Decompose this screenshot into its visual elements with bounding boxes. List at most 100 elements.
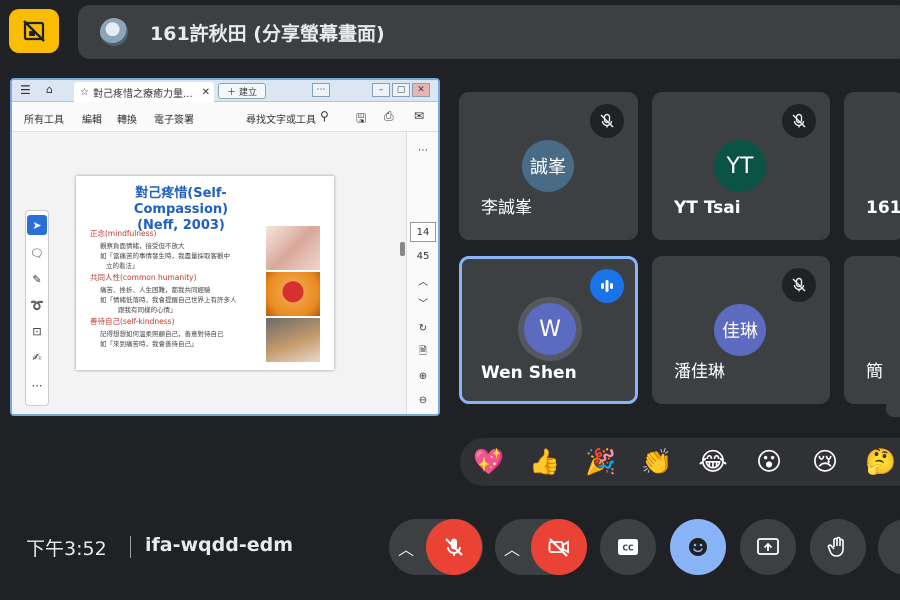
reactions-bar: 💖 👍 🎉 👏 😂 😮 😢 🤔	[460, 438, 900, 486]
emoji-smile-icon	[689, 538, 707, 556]
photo-hands-heart	[266, 226, 320, 270]
mic-toggle-button[interactable]	[426, 519, 482, 575]
minimize-icon[interactable]: –	[372, 83, 390, 97]
audio-options-chevron-up-icon[interactable]: ︿	[398, 536, 414, 560]
reaction-clapping[interactable]: 👏	[640, 446, 674, 478]
present-screen-button[interactable]	[740, 519, 796, 575]
participant-tile[interactable]: YT YT Tsai	[652, 92, 830, 240]
bullet-sub: 跟我有同樣的心情」	[118, 306, 177, 314]
window-close-icon[interactable]: ✕	[412, 83, 430, 97]
sign-icon[interactable]: ✍	[27, 347, 47, 367]
present-to-all-icon	[757, 538, 779, 555]
tool-palette: ➤ 🗨 ✎ ➰ ⊡ ✍ ⋯	[25, 210, 49, 406]
home-icon[interactable]: ⌂	[46, 83, 53, 96]
new-tab-button[interactable]: ＋ 建立	[218, 83, 266, 99]
bullet-heading: 善待自己(self-kindness)	[90, 317, 175, 326]
menu-convert[interactable]: 轉換	[117, 111, 137, 126]
participant-name: 潘佳琳	[674, 362, 725, 382]
hand-icon	[827, 536, 844, 557]
reaction-crying[interactable]: 😢	[808, 446, 842, 478]
rotate-icon[interactable]: ↻	[410, 318, 436, 338]
participant-name: 簡	[866, 362, 883, 382]
video-options-chevron-up-icon[interactable]: ︿	[504, 536, 520, 560]
camera-toggle-button[interactable]	[531, 519, 587, 575]
avatar: 誠峯	[522, 140, 574, 192]
participant-tile-active[interactable]: W Wen Shen	[459, 256, 638, 404]
scrollbar-thumb[interactable]	[400, 242, 405, 256]
print-icon[interactable]: ⎙	[384, 109, 394, 124]
reactions-button[interactable]	[670, 519, 726, 575]
raise-hand-button[interactable]	[810, 519, 866, 575]
divider	[130, 536, 131, 558]
avatar: YT	[714, 140, 766, 192]
bullet-sub: 如「來到痛苦時，我會善待自己」	[100, 340, 198, 348]
bullet-sub: 痛苦、挫折、人生困難，都我共同經驗	[100, 286, 211, 294]
browser-tab-strip: ☰ ⌂ ☆ 對己疼惜之療癒力量... ✕ ＋ 建立 ⋯ – ▢ ✕	[12, 80, 438, 102]
bullet-heading: 正念(mindfulness)	[90, 229, 157, 238]
bullet-sub: 記得想想如何溫柔照顧自己，善意對待自己	[100, 330, 224, 338]
lasso-icon[interactable]: ➰	[27, 295, 47, 315]
bullet-sub: 如「情緒低落時，我會提醒自己世界上有許多人	[100, 296, 237, 304]
page-down-icon[interactable]: ﹀	[410, 292, 436, 312]
zoom-in-icon[interactable]: ⊕	[410, 366, 436, 386]
more-icon[interactable]: ⋯	[312, 83, 330, 97]
bullet-sub: 立的看法」	[106, 262, 139, 270]
avatar: W	[524, 303, 576, 355]
menu-all-tools[interactable]: 所有工具	[24, 111, 64, 126]
participant-name: YT Tsai	[674, 198, 741, 218]
svg-text:CC: CC	[622, 544, 634, 553]
clock-time: 下午3:52	[26, 538, 107, 560]
layout-toggle-button[interactable]	[9, 9, 59, 53]
meeting-code: ifa-wqdd-edm	[145, 534, 294, 556]
presenter-bar[interactable]: 161許秋田 (分享螢幕畫面)	[78, 5, 900, 59]
participant-tile[interactable]: 161許	[844, 92, 900, 240]
participant-name: 161許	[866, 198, 900, 218]
captions-button[interactable]: CC	[600, 519, 656, 575]
reaction-laughing[interactable]: 😂	[696, 446, 730, 478]
more-options-icon[interactable]: ⋯	[410, 140, 436, 160]
star-icon: ☆	[80, 86, 89, 98]
participant-tile[interactable]: 佳琳 潘佳琳	[652, 256, 830, 404]
mail-icon[interactable]: ✉	[414, 109, 424, 123]
reaction-sparkling-heart[interactable]: 💖	[472, 446, 506, 478]
search-icon[interactable]: ⚲	[320, 109, 329, 123]
menu-find[interactable]: 尋找文字或工具	[246, 111, 316, 126]
presenter-name: 161許秋田 (分享螢幕畫面)	[150, 22, 385, 45]
layout-off-icon	[23, 20, 45, 42]
tab-title: 對己疼惜之療癒力量...	[92, 88, 193, 100]
file-icon[interactable]: 🗎	[410, 342, 436, 362]
menu-esign[interactable]: 電子簽署	[154, 111, 194, 126]
page-nav-rail: ⋯ 14 45 ︿ ﹀ ↻ 🗎 ⊕ ⊖	[406, 132, 438, 414]
app-menu-bar: 所有工具 編輯 轉換 電子簽署 尋找文字或工具 ⚲ 🖫 ⎙ ✉	[12, 102, 438, 132]
side-panel-edge	[886, 305, 900, 417]
save-icon[interactable]: 🖫	[356, 109, 366, 130]
mic-off-icon	[590, 104, 624, 138]
reaction-thumbs-up[interactable]: 👍	[528, 446, 562, 478]
more-options-button[interactable]	[878, 519, 900, 575]
plus-icon: ＋	[226, 87, 236, 98]
cursor-icon[interactable]: ➤	[27, 215, 47, 235]
shared-screen[interactable]: ☰ ⌂ ☆ 對己疼惜之療癒力量... ✕ ＋ 建立 ⋯ – ▢ ✕ 所有工具 編…	[10, 78, 440, 416]
maximize-icon[interactable]: ▢	[392, 83, 410, 97]
more-tools-icon[interactable]: ⋯	[27, 375, 47, 395]
zoom-out-icon[interactable]: ⊖	[410, 390, 436, 410]
reaction-surprised[interactable]: 😮	[752, 446, 786, 478]
close-icon[interactable]: ✕	[202, 87, 214, 98]
hamburger-icon[interactable]: ☰	[20, 83, 31, 97]
slide-page: 對己疼惜(Self-Compassion) (Neff, 2003) 正念(mi…	[76, 176, 334, 370]
participant-name: 李誠峯	[481, 198, 532, 218]
page-current[interactable]: 14	[410, 222, 436, 242]
reaction-thinking[interactable]: 🤔	[864, 446, 898, 478]
pen-icon[interactable]: ✎	[27, 269, 47, 289]
page-total: 45	[416, 250, 430, 262]
page-up-icon[interactable]: ︿	[410, 270, 436, 290]
tab-document[interactable]: ☆ 對己疼惜之療癒力量... ✕	[74, 82, 214, 102]
mic-off-icon	[782, 104, 816, 138]
menu-edit[interactable]: 編輯	[82, 111, 102, 126]
participant-tile[interactable]: 誠峯 李誠峯	[459, 92, 638, 240]
reaction-party-popper[interactable]: 🎉	[584, 446, 618, 478]
text-select-icon[interactable]: ⊡	[27, 321, 47, 341]
comment-icon[interactable]: 🗨	[27, 243, 47, 263]
bullet-heading: 共同人性(common humanity)	[90, 273, 197, 282]
camera-off-icon	[548, 538, 569, 557]
